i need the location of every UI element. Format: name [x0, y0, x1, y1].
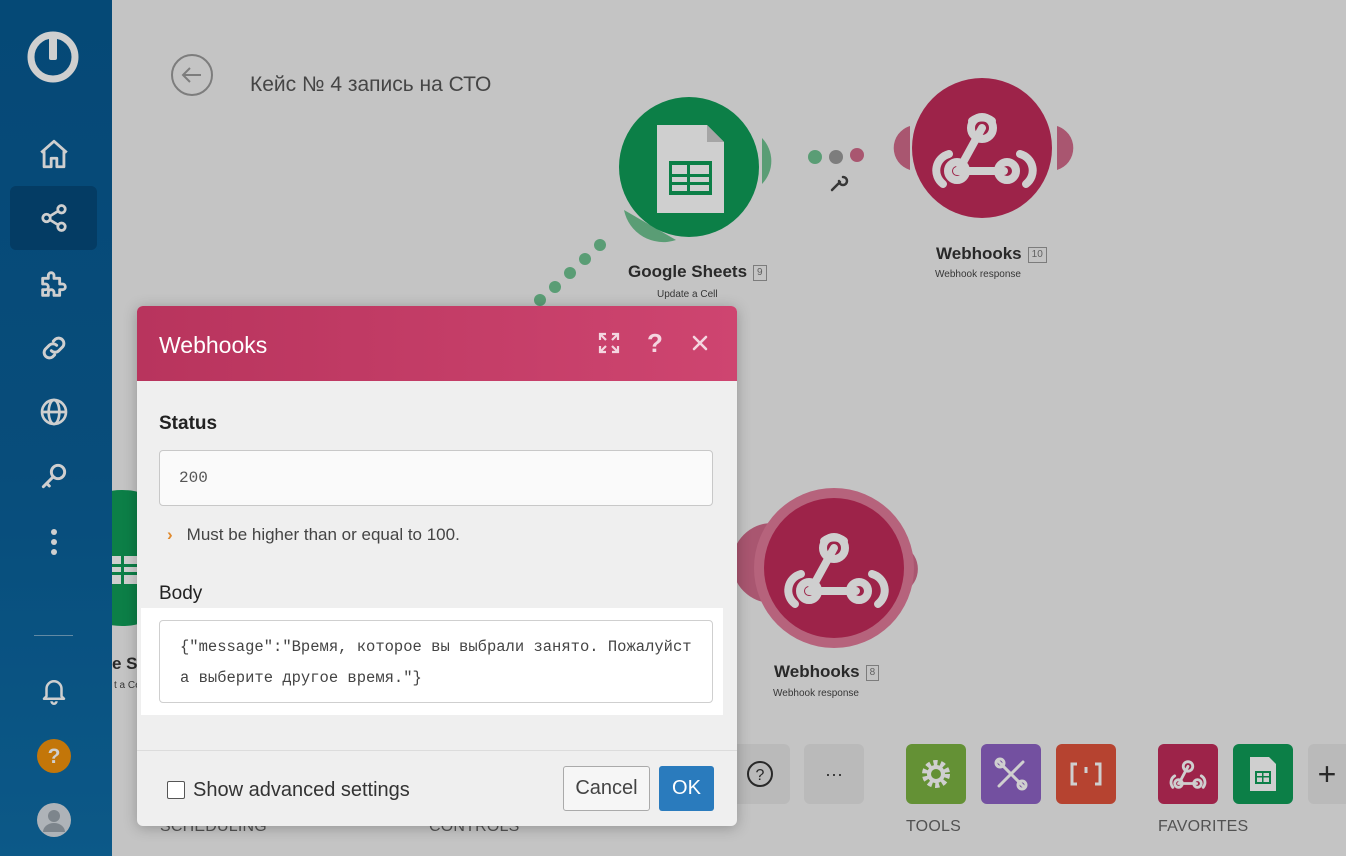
- ok-button[interactable]: OK: [659, 766, 714, 811]
- advanced-settings-checkbox[interactable]: [167, 781, 185, 799]
- chevron-right-icon: ›: [167, 525, 173, 544]
- body-label: Body: [159, 583, 203, 604]
- cancel-button[interactable]: Cancel: [563, 766, 650, 811]
- status-hint[interactable]: › Must be higher than or equal to 100.: [167, 525, 460, 545]
- svg-text:?: ?: [647, 330, 663, 356]
- status-label: Status: [159, 413, 218, 434]
- help-icon[interactable]: ?: [643, 330, 667, 356]
- dialog-title: Webhooks: [159, 332, 268, 358]
- status-input[interactable]: 200: [159, 450, 713, 506]
- dialog-header: Webhooks ?: [137, 306, 737, 381]
- advanced-settings-label[interactable]: Show advanced settings: [193, 779, 410, 802]
- expand-icon[interactable]: [597, 331, 621, 355]
- body-field-highlight: {"message":"Время, которое вы выбрали за…: [141, 608, 723, 715]
- webhooks-dialog: Webhooks ? Status 200 › Must be higher th…: [137, 306, 737, 826]
- status-hint-text: Must be higher than or equal to 100.: [186, 525, 460, 544]
- body-input[interactable]: {"message":"Время, которое вы выбрали за…: [159, 620, 713, 703]
- close-icon[interactable]: [688, 331, 712, 355]
